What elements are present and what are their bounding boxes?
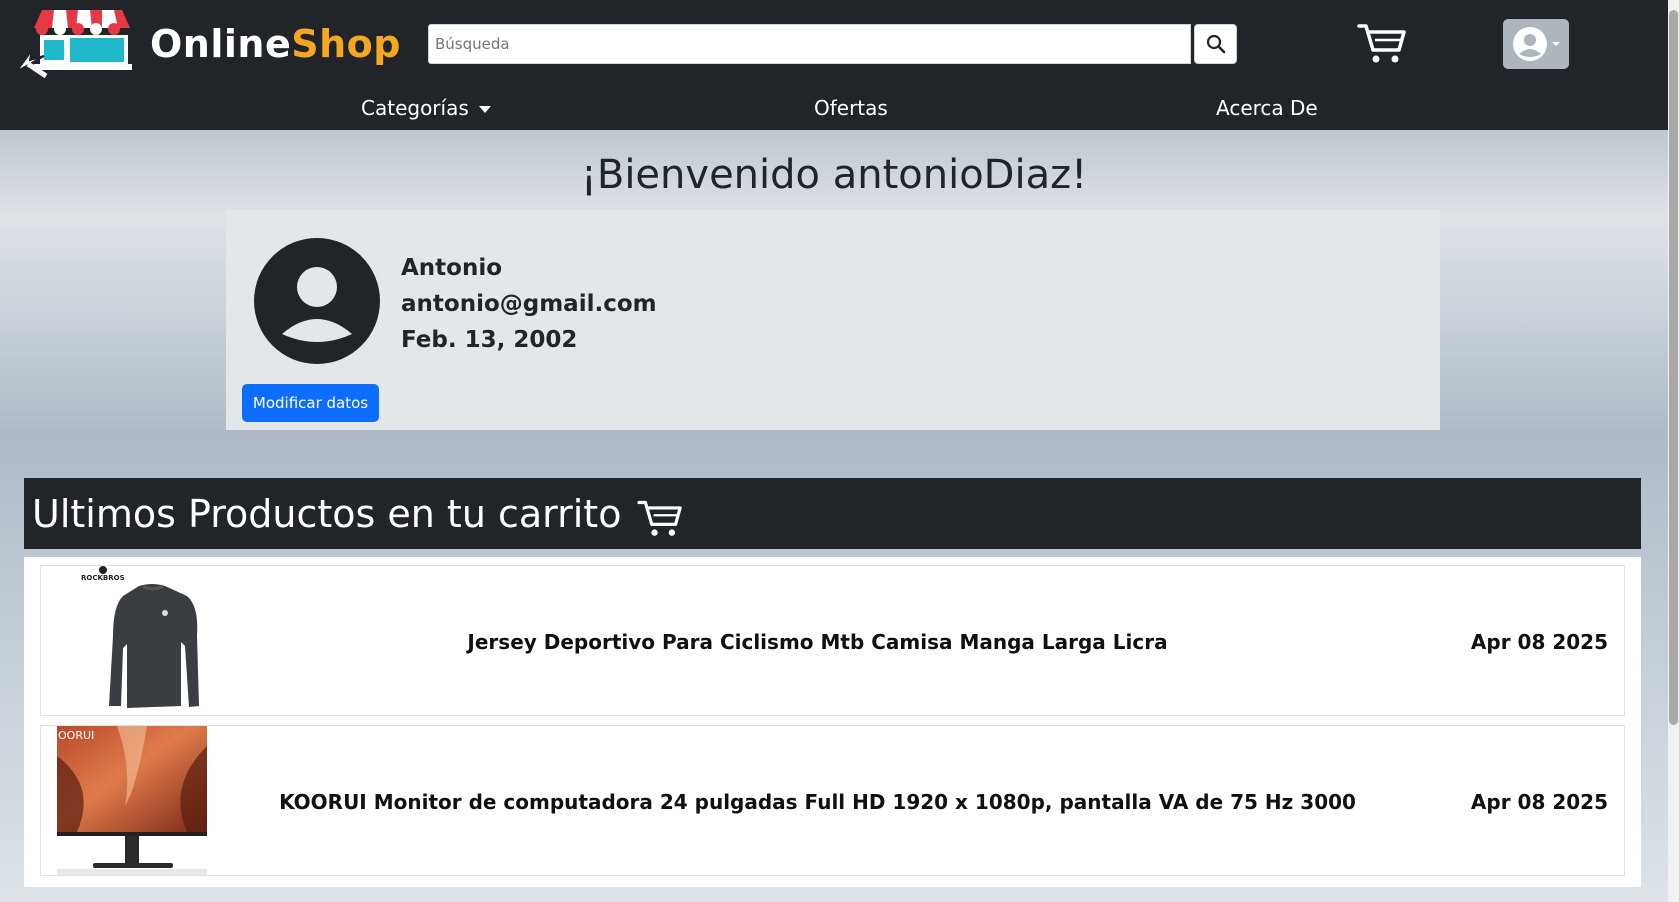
- brand-name: OnlineShop: [150, 22, 401, 66]
- nav-offers[interactable]: Ofertas: [814, 96, 888, 120]
- cart-button[interactable]: [1357, 20, 1407, 66]
- brand-name-part2: Shop: [291, 22, 401, 66]
- nav-categories-label: Categorías: [361, 96, 469, 120]
- modify-data-button[interactable]: Modificar datos: [242, 384, 379, 422]
- cart-section-title: Ultimos Productos en tu carrito: [32, 491, 622, 536]
- cart-list: ROCKBROS Jersey Deportivo Para Ciclismo …: [24, 557, 1641, 887]
- scrollbar-thumb[interactable]: [1669, 10, 1678, 725]
- product-image-monitor[interactable]: OORUI: [57, 726, 207, 875]
- profile-avatar-icon: [254, 238, 380, 364]
- search-button[interactable]: [1194, 24, 1237, 64]
- profile-name: Antonio: [401, 255, 503, 281]
- product-date: Apr 08 2025: [1470, 629, 1608, 654]
- cart-item[interactable]: ROCKBROS Jersey Deportivo Para Ciclismo …: [40, 565, 1625, 716]
- user-avatar-icon: [1513, 27, 1547, 61]
- cart-icon: [637, 500, 683, 536]
- profile-card: Antonio antonio@gmail.com Feb. 13, 2002 …: [226, 210, 1440, 430]
- chevron-down-icon: [1552, 42, 1560, 46]
- chevron-down-icon: [478, 105, 491, 113]
- cart-section-header: Ultimos Productos en tu carrito: [24, 478, 1641, 549]
- logo[interactable]: OnlineShop: [14, 6, 400, 80]
- cart-icon: [1357, 24, 1406, 63]
- profile-birthdate: Feb. 13, 2002: [401, 327, 578, 353]
- navbar: OnlineShop Categorías Ofertas Acerca De: [0, 0, 1668, 130]
- nav-about[interactable]: Acerca De: [1216, 96, 1318, 120]
- product-image-jersey[interactable]: ROCKBROS: [57, 566, 207, 715]
- shop-logo-icon: [15, 10, 132, 79]
- search-input[interactable]: [428, 24, 1191, 64]
- search-icon: [1206, 34, 1225, 54]
- product-date: Apr 08 2025: [1470, 789, 1608, 814]
- page-title: ¡Bienvenido antonioDiaz!: [580, 152, 1088, 198]
- brand-name-part1: Online: [150, 22, 292, 66]
- product-name[interactable]: Jersey Deportivo Para Ciclismo Mtb Camis…: [211, 566, 1424, 717]
- user-menu-button[interactable]: [1503, 19, 1569, 69]
- nav-categories[interactable]: Categorías: [361, 96, 491, 120]
- cart-item[interactable]: OORUI KOORUI Monitor de computadora 24 p…: [40, 725, 1625, 876]
- profile-email: antonio@gmail.com: [401, 291, 657, 317]
- profile-info: Antonio antonio@gmail.com Feb. 13, 2002: [401, 250, 657, 358]
- product-brand-text: OORUI: [58, 729, 94, 742]
- product-brand-text: ROCKBROS: [81, 574, 125, 582]
- product-name[interactable]: KOORUI Monitor de computadora 24 pulgada…: [211, 726, 1424, 877]
